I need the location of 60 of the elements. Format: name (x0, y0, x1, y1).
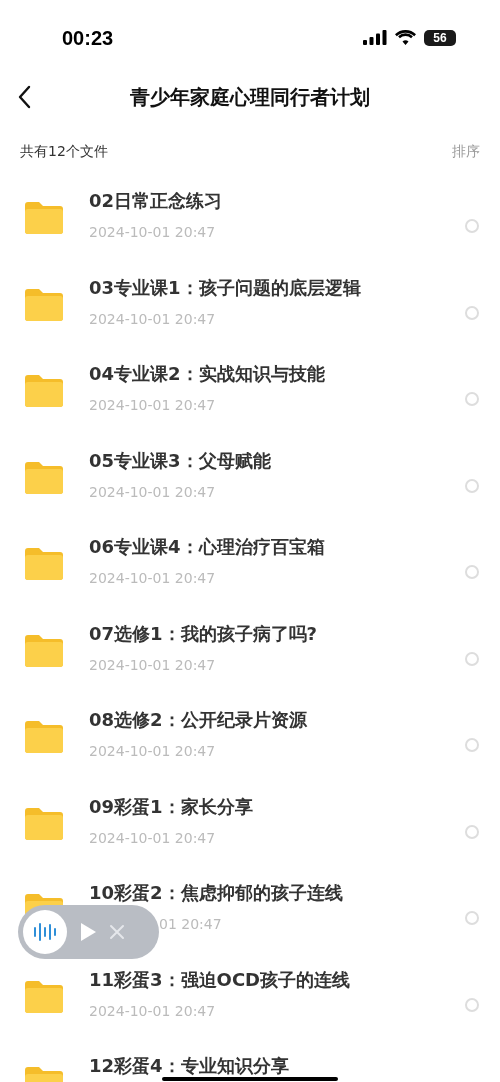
file-name: 04专业课2：实战知识与技能 (89, 364, 326, 384)
battery-level: 56 (424, 29, 456, 46)
file-row[interactable]: 06专业课4：心理治疗百宝箱 2024-10-01 20:47 (0, 521, 500, 608)
folder-icon (25, 978, 63, 1013)
select-radio[interactable] (465, 478, 479, 493)
file-name: 06专业课4：心理治疗百宝箱 (89, 537, 326, 557)
file-row[interactable]: 09彩蛋1：家长分享 2024-10-01 20:47 (0, 780, 500, 867)
file-name: 05专业课3：父母赋能 (89, 450, 272, 471)
file-name: 03专业课1：孩子问题的底层逻辑 (89, 277, 362, 298)
file-row[interactable]: 07选修1：我的孩子病了吗? 2024-10-01 20:47 (0, 607, 500, 694)
select-radio[interactable] (465, 565, 479, 579)
signal-icon (363, 30, 387, 45)
page-title: 青少年家庭心理同行者计划 (130, 84, 370, 111)
folder-icon (25, 546, 63, 580)
file-date: 2024-10-01 20:47 (89, 223, 217, 242)
select-radio[interactable] (465, 738, 479, 752)
file-row[interactable]: 03专业课1：孩子问题的底层逻辑 2024-10-01 20:47 (0, 261, 500, 348)
file-name: 10彩蛋2：焦虑抑郁的孩子连线 (89, 883, 344, 903)
file-row[interactable]: 12彩蛋4：专业知识分享 (0, 1040, 500, 1082)
file-date: 2024-10-01 20:47 (89, 309, 217, 329)
file-row[interactable]: 08选修2：公开纪录片资源 2024-10-01 20:47 (0, 694, 500, 781)
back-icon[interactable] (17, 85, 31, 109)
file-name: 07选修1：我的孩子病了吗? (89, 623, 318, 644)
select-radio[interactable] (465, 392, 479, 406)
file-row[interactable]: 04专业课2：实战知识与技能 2024-10-01 20:47 (0, 348, 500, 435)
select-radio[interactable] (465, 219, 479, 233)
file-name: 08选修2：公开纪录片资源 (89, 710, 308, 730)
file-date: 2024-10-01 20:47 (89, 396, 217, 415)
file-name: 02日常正念练习 (89, 191, 224, 211)
file-date: 2024-10-01 20:47 (89, 569, 217, 588)
select-radio[interactable] (465, 651, 479, 666)
folder-icon (25, 286, 63, 321)
folder-icon (25, 805, 63, 840)
status-time: 00:23 (62, 25, 114, 51)
folder-icon (25, 459, 63, 494)
folder-icon (25, 719, 63, 753)
select-radio[interactable] (465, 824, 479, 839)
file-date: 2024-10-01 20:47 (89, 482, 217, 502)
wifi-icon (395, 30, 416, 45)
file-count: 共有12个文件 (20, 141, 108, 161)
folder-icon (25, 373, 63, 407)
file-row[interactable]: 02日常正念练习 2024-10-01 20:47 (0, 175, 500, 262)
select-radio[interactable] (465, 911, 479, 925)
file-name: 09彩蛋1：家长分享 (89, 796, 254, 817)
file-date: 2024-10-01 20:47 (89, 655, 217, 675)
play-icon[interactable] (79, 922, 97, 942)
folder-icon (25, 632, 63, 667)
file-date: 2024-10-01 20:47 (89, 828, 217, 848)
file-date: 2024-10-01 20:47 (89, 742, 217, 761)
file-row[interactable]: 05专业课3：父母赋能 2024-10-01 20:47 (0, 434, 500, 521)
file-name: 12彩蛋4：专业知识分享 (89, 1056, 290, 1076)
close-icon[interactable] (109, 924, 125, 940)
file-date: 2024-10-01 20:47 (89, 1001, 217, 1021)
select-radio[interactable] (465, 305, 479, 320)
folder-icon (25, 200, 63, 234)
file-date: 01 20:47 (159, 915, 223, 934)
file-row[interactable]: 11彩蛋3：强迫OCD孩子的连线 2024-10-01 20:47 (0, 953, 500, 1040)
select-radio[interactable] (465, 997, 479, 1012)
waveform-icon[interactable] (23, 910, 67, 954)
file-name: 11彩蛋3：强迫OCD孩子的连线 (89, 969, 352, 990)
